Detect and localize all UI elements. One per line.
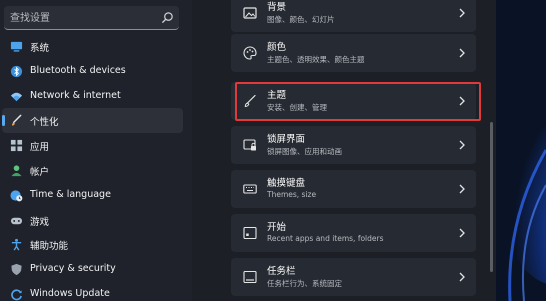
- brush-icon: [244, 94, 256, 108]
- card-title: 颜色: [267, 42, 287, 53]
- chevron-right-icon: [459, 48, 465, 58]
- personalization-panel: 背景 图像、颜色、幻灯片 颜色 主题色、透明效果、颜色主题 主题 安装、创建、管…: [192, 0, 498, 301]
- search-box[interactable]: [4, 6, 179, 30]
- card-touch-keyboard[interactable]: 触摸键盘 Themes, size: [231, 170, 476, 208]
- sidebar-item-label: Time & language: [30, 188, 111, 200]
- brush-icon: [12, 115, 22, 126]
- card-subtitle: 图像、颜色、幻灯片: [267, 15, 335, 24]
- settings-window: 系统 Bluetooth & devices Network & interne…: [0, 0, 546, 301]
- sidebar-nav: 系统 Bluetooth & devices Network & interne…: [0, 34, 192, 301]
- chevron-right-icon: [459, 96, 465, 106]
- sidebar-item-label: 系统: [30, 43, 50, 54]
- globe-clock-icon: [10, 190, 23, 202]
- sidebar-item-label: Windows Update: [30, 287, 110, 299]
- sidebar-item-gaming[interactable]: 游戏: [2, 208, 183, 233]
- search-input[interactable]: [10, 10, 150, 26]
- chevron-right-icon: [459, 272, 465, 282]
- sidebar-item-label: Bluetooth & devices: [30, 64, 126, 76]
- card-subtitle: 安装、创建、管理: [267, 103, 327, 112]
- sidebar: 系统 Bluetooth & devices Network & interne…: [0, 0, 192, 301]
- accessibility-icon: [11, 239, 22, 251]
- search-icon[interactable]: [161, 11, 174, 24]
- sidebar-item-privacy[interactable]: Privacy & security: [2, 257, 183, 282]
- keyboard-icon: [243, 184, 257, 194]
- desktop-wallpaper: [496, 0, 546, 301]
- sidebar-item-windows-update[interactable]: Windows Update: [2, 282, 183, 301]
- sidebar-item-label: 辅助功能: [30, 241, 69, 253]
- gamepad-icon: [10, 217, 23, 224]
- card-title: 触摸键盘: [267, 178, 306, 189]
- update-icon: [11, 289, 22, 301]
- sidebar-item-label: Network & internet: [30, 89, 121, 101]
- card-subtitle: 任务栏行为、系统固定: [267, 279, 342, 288]
- sidebar-item-label: 帐户: [30, 166, 50, 178]
- card-background[interactable]: 背景 图像、颜色、幻灯片: [231, 0, 476, 32]
- lock-screen-icon: [243, 139, 256, 151]
- card-title: 背景: [267, 2, 287, 13]
- taskbar-icon: [243, 270, 257, 284]
- card-taskbar[interactable]: 任务栏 任务栏行为、系统固定: [231, 258, 476, 296]
- start-icon: [243, 226, 257, 240]
- card-subtitle: 锁屏图像、应用和动画: [267, 147, 342, 156]
- card-title: 锁屏界面: [267, 134, 306, 145]
- card-start[interactable]: 开始 Recent apps and items, folders: [231, 214, 476, 252]
- bluetooth-icon: [10, 65, 23, 77]
- sidebar-item-accounts[interactable]: 帐户: [2, 158, 183, 183]
- chevron-right-icon: [459, 228, 465, 238]
- card-subtitle: Recent apps and items, folders: [267, 234, 384, 243]
- apps-icon: [10, 140, 23, 152]
- card-title: 主题: [267, 90, 287, 101]
- scrollbar[interactable]: [490, 122, 493, 272]
- card-themes[interactable]: 主题 安装、创建、管理: [231, 82, 476, 120]
- sidebar-item-apps[interactable]: 应用: [2, 133, 183, 158]
- palette-icon: [243, 46, 257, 60]
- sidebar-item-personalization[interactable]: 个性化: [2, 108, 183, 134]
- card-colors[interactable]: 颜色 主题色、透明效果、颜色主题: [231, 34, 476, 72]
- card-title: 任务栏: [267, 266, 296, 277]
- sidebar-item-network[interactable]: Network & internet: [2, 84, 183, 109]
- wifi-icon: [10, 92, 23, 101]
- sidebar-item-accessibility[interactable]: 辅助功能: [2, 232, 183, 257]
- sidebar-item-label: 游戏: [30, 216, 50, 228]
- wallpaper-bloom-image: [496, 0, 546, 301]
- sidebar-item-label: 个性化: [30, 117, 59, 129]
- sidebar-item-label: 应用: [30, 142, 50, 154]
- sidebar-item-time-language[interactable]: Time & language: [2, 183, 183, 208]
- shield-icon: [11, 264, 22, 276]
- card-subtitle: 主题色、透明效果、颜色主题: [267, 55, 365, 64]
- chevron-right-icon: [459, 184, 465, 194]
- account-icon: [11, 165, 22, 177]
- background-icon: [243, 7, 257, 19]
- chevron-right-icon: [459, 140, 465, 150]
- system-icon: [10, 41, 23, 52]
- sidebar-item-label: Privacy & security: [30, 263, 116, 275]
- chevron-right-icon: [459, 8, 465, 18]
- card-subtitle: Themes, size: [267, 190, 317, 199]
- card-title: 开始: [267, 222, 287, 233]
- sidebar-item-system[interactable]: 系统: [2, 34, 183, 59]
- card-lock-screen[interactable]: 锁屏界面 锁屏图像、应用和动画: [231, 126, 476, 164]
- sidebar-item-bluetooth[interactable]: Bluetooth & devices: [2, 59, 183, 84]
